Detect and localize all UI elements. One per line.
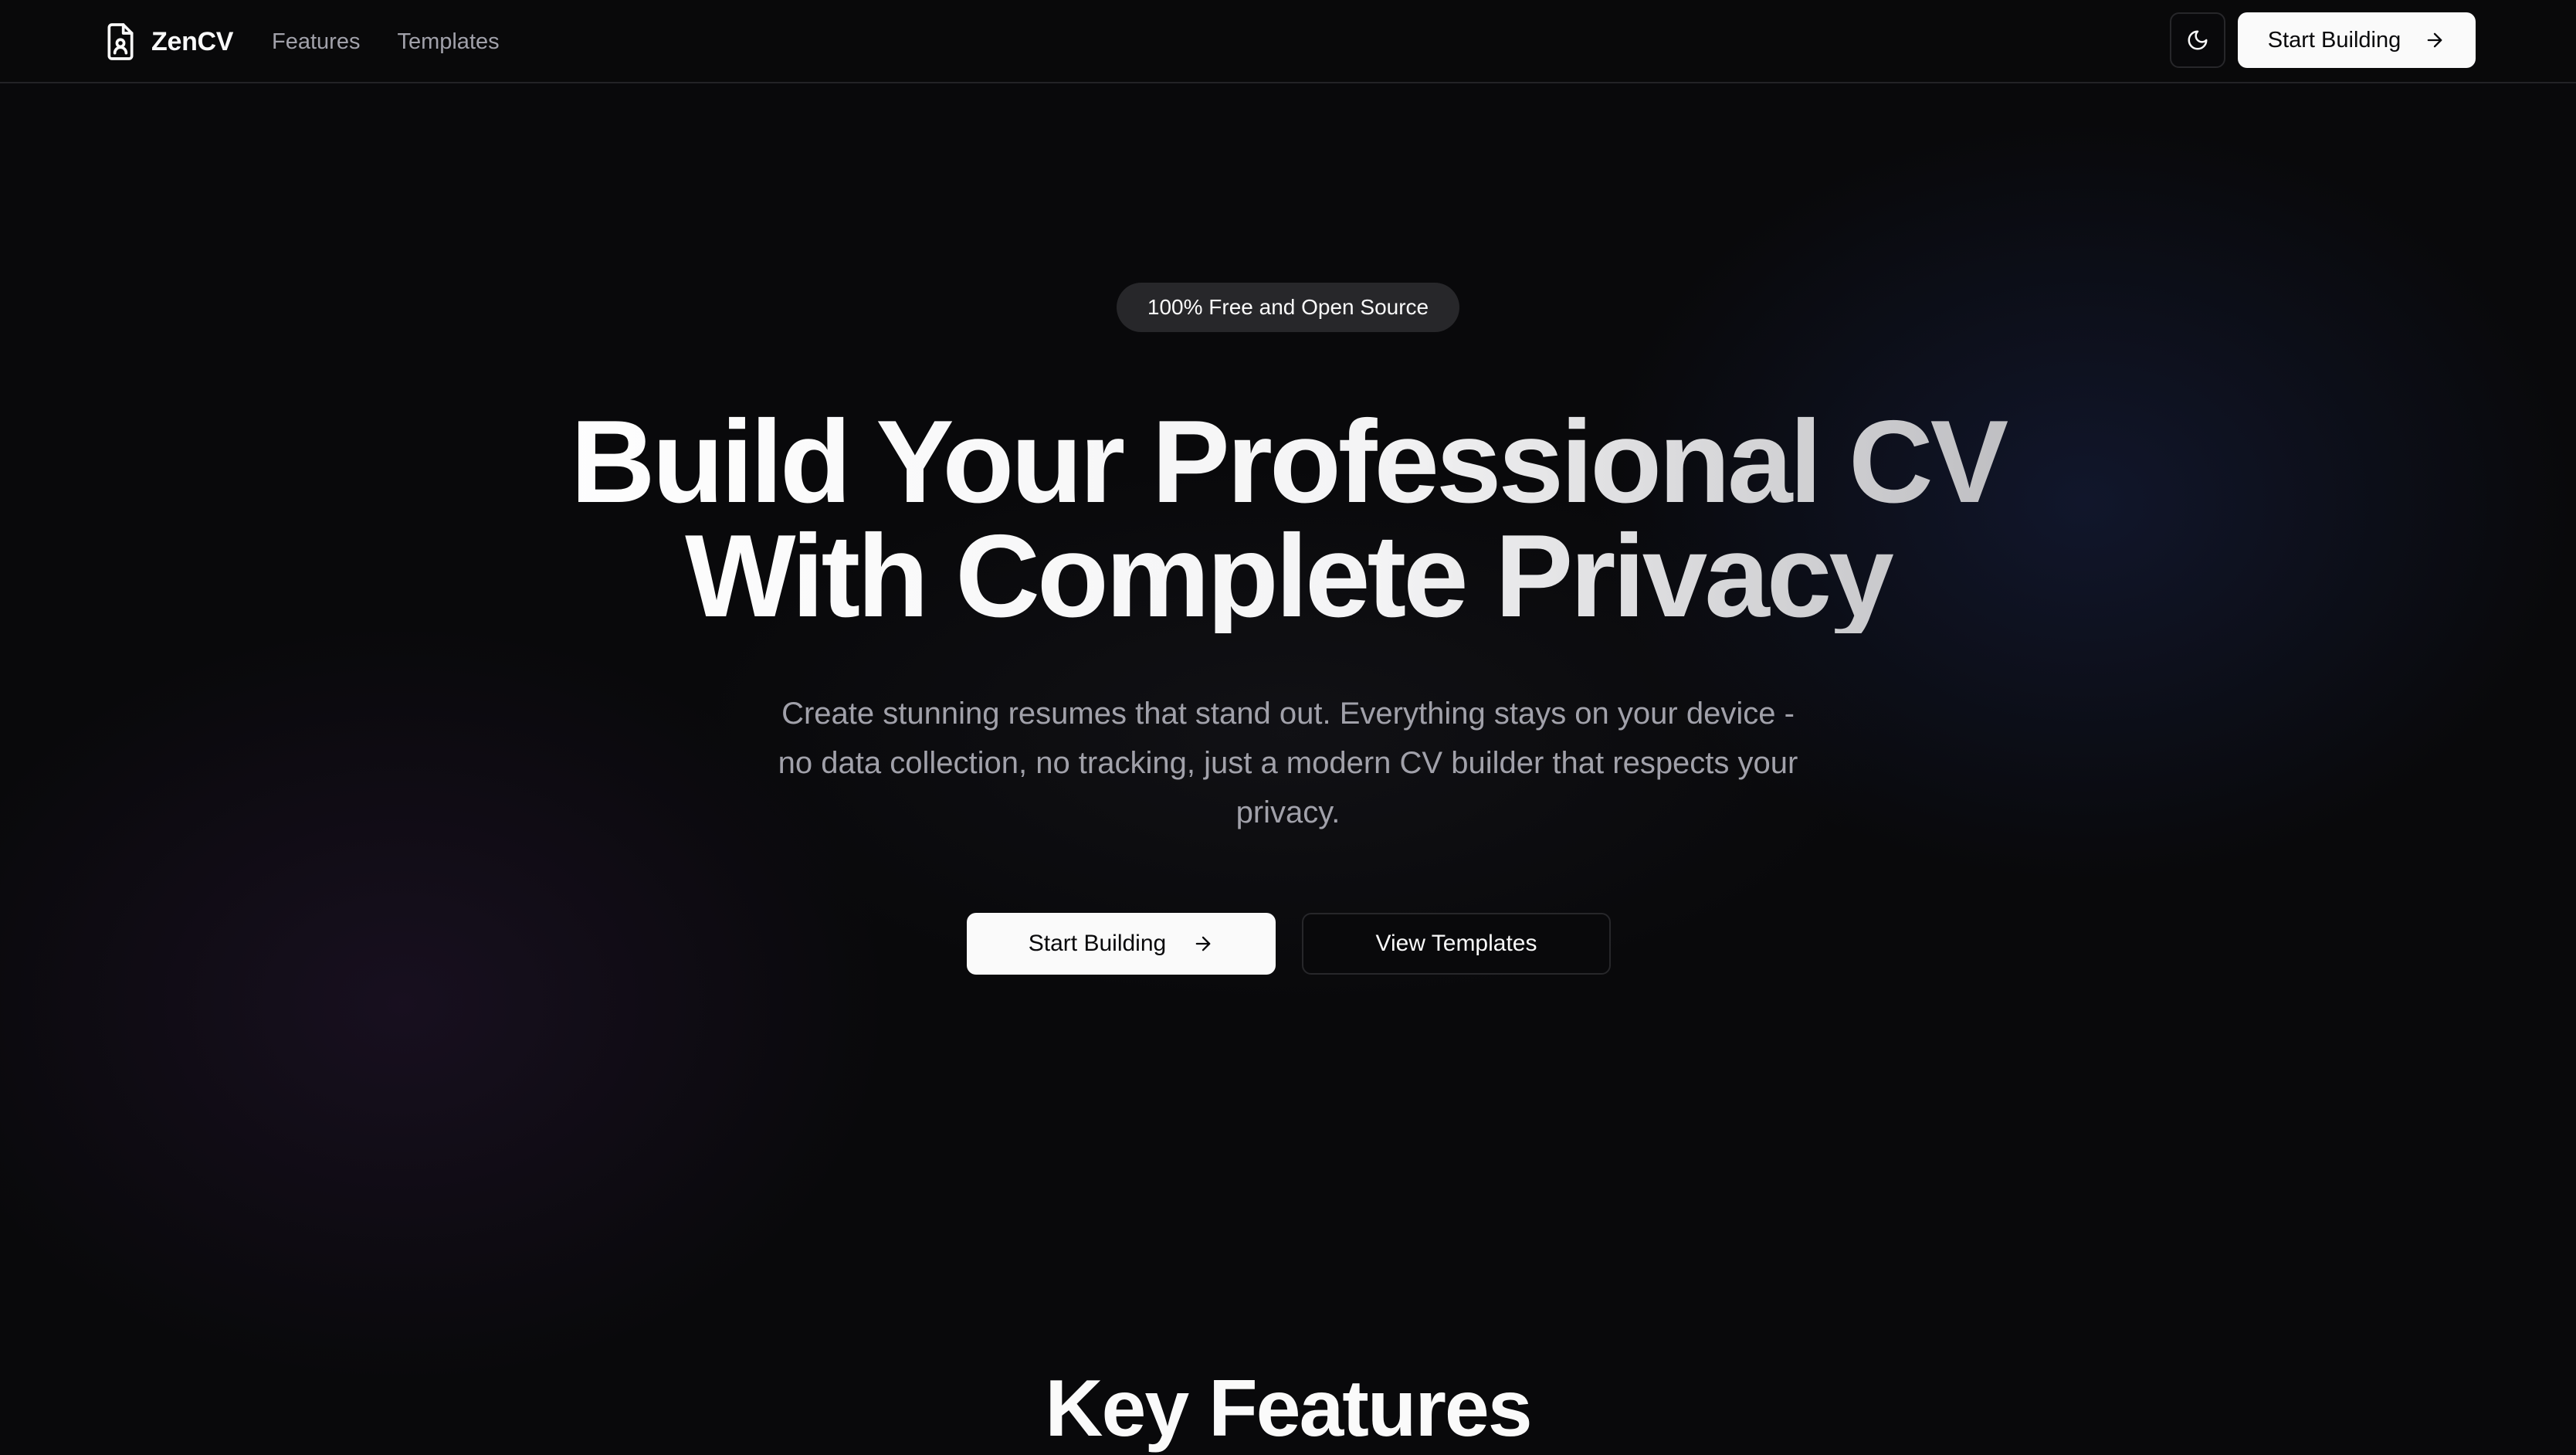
arrow-right-icon <box>1195 936 1211 951</box>
hero-title: Build Your Professional CV With Complete… <box>439 403 2137 635</box>
view-templates-label: View Templates <box>1375 931 1537 956</box>
view-templates-button[interactable]: View Templates <box>1302 913 1611 975</box>
moon-icon <box>2188 30 2208 50</box>
hero-subtitle: Create stunning resumes that stand out. … <box>778 697 1798 829</box>
theme-toggle-button[interactable] <box>2170 12 2225 68</box>
hero-actions: Start Building View Templates <box>967 913 1611 975</box>
nav-start-building-label: Start Building <box>2267 27 2401 53</box>
open-source-badge: 100% Free and Open Source <box>1117 283 1459 332</box>
features-heading: Key Features <box>1045 1364 1532 1453</box>
nav-links: Features Templates <box>272 23 500 60</box>
hero-title-line-2: With Complete Privacy <box>439 517 2137 635</box>
hero-title-line-1: Build Your Professional CV <box>439 403 2137 521</box>
top-navbar: ZenCV Features Templates Start Building <box>0 0 2576 83</box>
arrow-right-icon <box>2427 32 2442 48</box>
nav-link-templates[interactable]: Templates <box>397 29 499 55</box>
brand-name: ZenCV <box>151 26 234 56</box>
landing-page: ZenCV Features Templates Start Building … <box>0 0 2576 1455</box>
nav-link-features[interactable]: Features <box>272 29 360 55</box>
file-user-icon <box>107 23 134 60</box>
hero-start-building-label: Start Building <box>1028 931 1167 956</box>
brand-logo-link[interactable]: ZenCV <box>103 20 233 63</box>
hero-start-building-button[interactable]: Start Building <box>967 913 1276 975</box>
nav-start-building-button[interactable]: Start Building <box>2238 12 2476 68</box>
